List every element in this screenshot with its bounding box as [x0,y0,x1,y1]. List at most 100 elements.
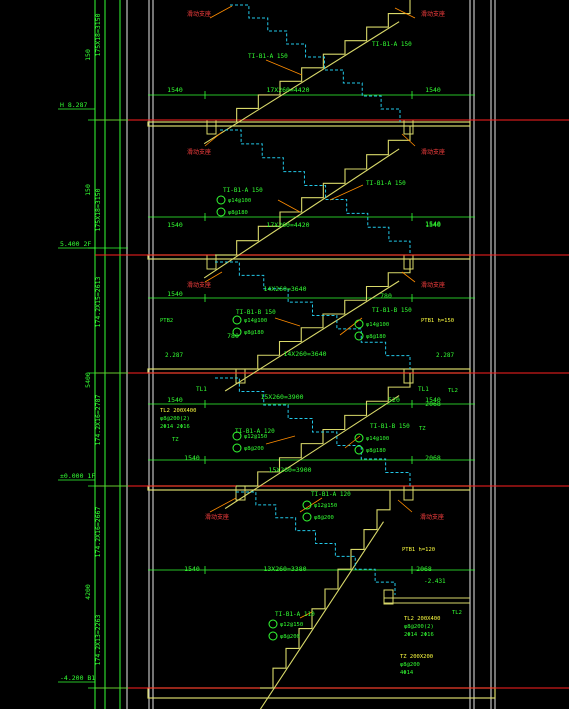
leader-line [394,7,416,19]
left-dimension: 175X18=3150 [94,13,102,56]
stair-section-drawing: 150 175X18=3150150 175X18=3150174.2X15=261… [0,0,569,709]
floor-slab [147,254,471,260]
rebar-note: φ8@180 [228,210,248,216]
elevation-mark: 5.400 2F [60,240,91,248]
left-dimension: 4200 [84,584,92,600]
elevation-mark: ±0.000 1F [60,472,95,480]
side-label: TL1 [418,386,429,393]
plan-dimension: 520 [388,396,400,404]
rebar-marker [302,512,312,522]
hidden-flight [230,4,401,122]
plan-dimension: 2068 [425,400,441,408]
floor-slab [147,121,471,127]
rebar-note: φ8@200 [280,634,300,640]
left-dimension: 174.2X16=2667 [94,506,102,557]
plan-dimension: 1540 [184,565,200,573]
beam-label: φ8@200(2) [160,416,190,422]
stair-label: TI-B1-A 150 [372,41,412,48]
elevation-mark: H 8.287 [60,101,87,109]
beam-label: TZ [419,426,426,432]
left-dimension: 174.2X13=2263 [94,614,102,665]
side-label: TL1 [196,386,207,393]
plan-dimension: 1540 [425,86,441,94]
stair-label: TI-B1-B 150 [236,309,276,316]
beam-label: PTB1 h=120 [402,547,435,553]
side-label: 2.287 [165,352,183,359]
plan-dimension: 15X260=3900 [268,466,311,474]
leader-line [274,317,301,327]
stair-label: TI-B1-A 150 [248,53,288,60]
stair-beam [403,485,414,501]
plan-dimension: 1540 [167,396,183,404]
rebar-note: φ8@180 [366,448,386,454]
beam-label: 4Φ14 [400,670,414,676]
support-tag: 滑动支座 [187,10,211,18]
rebar-marker [268,619,278,629]
beam-label: TL2 [452,610,462,616]
beam-label: TL2 200X400 [160,408,196,414]
plan-dimension: 780 [380,292,392,300]
leader-line [265,435,296,445]
rebar-note: φ12@150 [244,434,267,440]
beam-label: 2Φ14 2Φ16 [160,424,190,430]
support-tag: 滑动支座 [421,10,445,18]
side-label: -2.431 [424,578,446,585]
plan-dimension: 14X260=3640 [283,350,326,358]
leader-line [209,497,237,513]
plan-dimension: 15X260=3900 [260,393,303,401]
stair-beam [403,368,414,384]
left-dimension: 174.2X15=2613 [94,276,102,327]
rebar-marker [268,631,278,641]
rebar-marker [354,319,364,329]
side-label: 2.287 [436,352,454,359]
stair-beam [383,589,394,605]
floor-slab [147,485,471,491]
support-tag: 滑动支座 [187,148,211,156]
plan-dimension: 14X260=3640 [263,285,306,293]
support-tag: 滑动支座 [205,513,229,521]
floor-slab [147,687,496,699]
stair-beam [403,254,414,270]
rebar-note: φ12@150 [314,503,337,509]
beam-label: φ8@200(2) [404,624,434,630]
beam-label: φ8@200 [400,662,420,668]
rebar-note: φ12@150 [280,622,303,628]
rebar-marker [216,207,226,217]
rebar-marker [354,445,364,455]
leader-line [204,271,223,283]
leader-line [329,184,364,201]
stair-label: TI-B1-A 110 [275,611,315,618]
plan-dimension: 2068 [425,454,441,462]
left-dimension: 5400 [84,372,92,388]
rebar-marker [232,443,242,453]
left-dimension: 174.2X16=2787 [94,394,102,445]
stair-label: TI-B1-A 120 [311,491,351,498]
plan-dimension: 2068 [416,565,432,573]
beam-label: TL2 [448,388,458,394]
elevation-mark: -4.200 B1 [60,674,95,682]
rebar-note: φ8@200 [244,446,264,452]
beam-label: TL2 200X400 [404,616,440,622]
leader-line [401,271,416,283]
support-tag: 滑动支座 [187,281,211,289]
stair-label: TI-B1-A 150 [366,180,406,187]
rebar-marker [232,315,242,325]
plan-dimension: 17X260=4420 [266,86,309,94]
rebar-note: φ14@100 [366,436,389,442]
left-dimension: 150 [84,49,92,61]
rebar-marker [216,195,226,205]
plan-dimension: 1540 [167,221,183,229]
stair-label: TI-B1-B 150 [370,423,410,430]
stair-label: TI-B1-B 150 [372,307,412,314]
rebar-note: φ14@100 [244,318,267,324]
beam-label: PTB1 h=150 [421,318,454,324]
leader-line [397,499,413,513]
plan-dimension: 17X260=4420 [266,221,309,229]
plan-dimension: 1540 [184,454,200,462]
rebar-note: φ8@180 [244,330,264,336]
flight-1 [215,0,411,123]
beam-label: 2Φ14 2Φ16 [404,632,434,638]
rebar-note: φ8@200 [314,515,334,521]
beam-label: TZ [172,437,179,443]
stair-beam [206,254,217,270]
